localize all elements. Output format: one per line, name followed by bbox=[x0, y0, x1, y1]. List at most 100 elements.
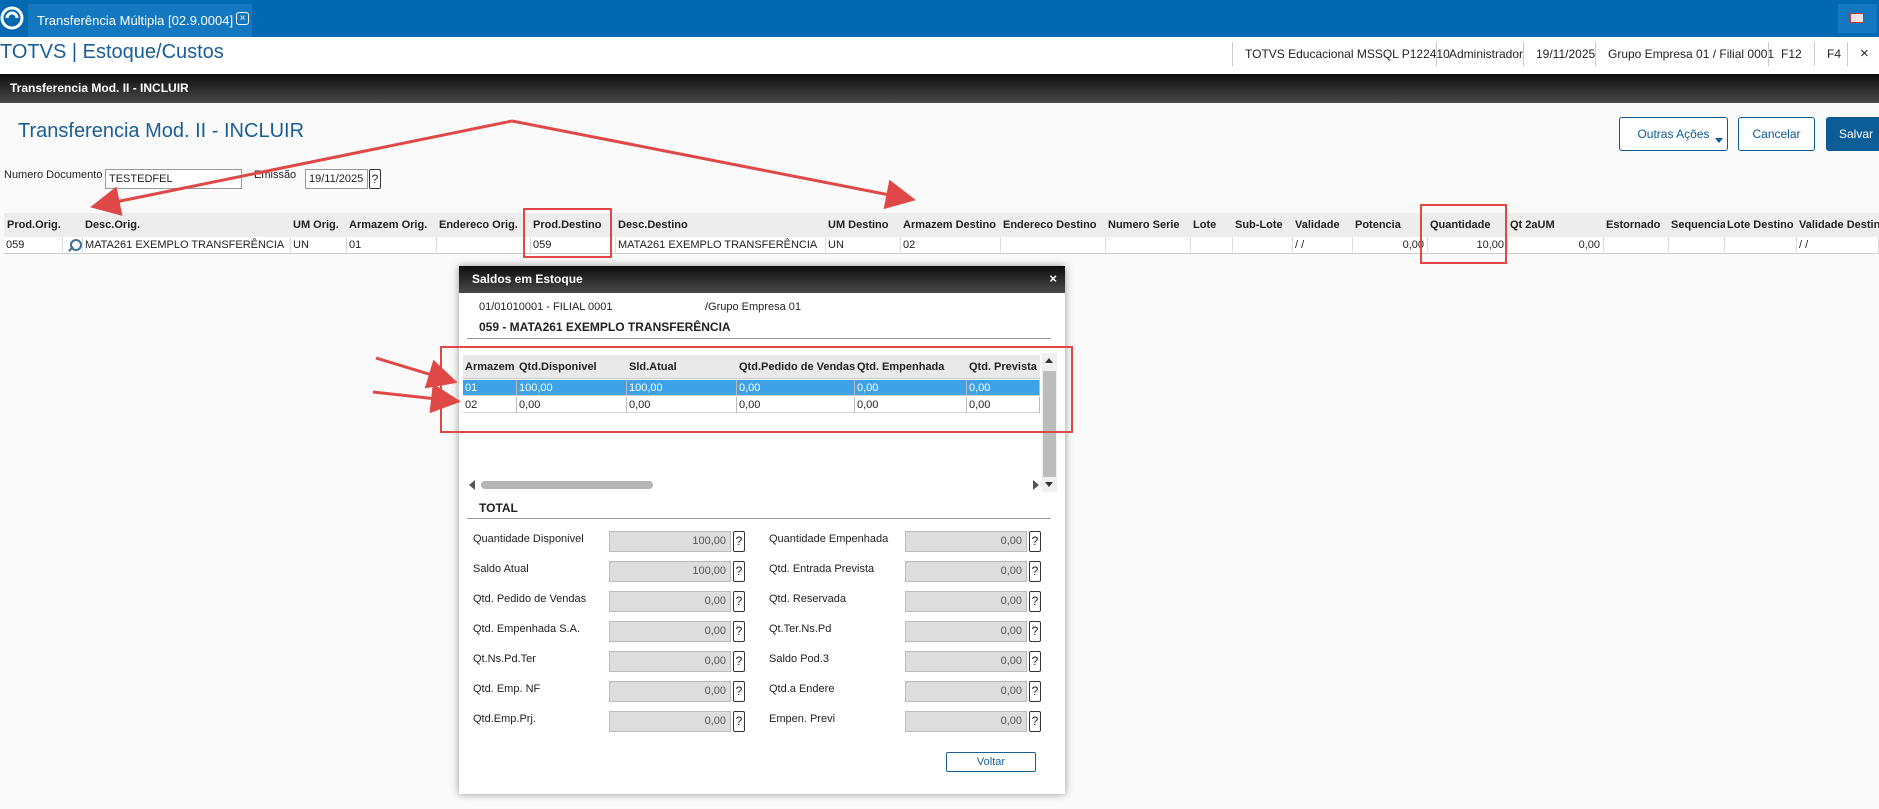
col-header[interactable]: Validade bbox=[1293, 213, 1353, 237]
emissao-date-input[interactable]: 19/11/2025 bbox=[305, 169, 368, 189]
close-icon[interactable]: × bbox=[1847, 42, 1869, 66]
cancel-button[interactable]: Cancelar bbox=[1738, 117, 1815, 151]
total-field: 0,00 bbox=[609, 711, 731, 732]
cell-numero-serie[interactable] bbox=[1106, 237, 1191, 254]
numero-documento-label: Numero Documento bbox=[4, 169, 103, 181]
cell-endereco-orig[interactable] bbox=[437, 237, 531, 254]
produto-text: 059 - MATA261 EXEMPLO TRANSFERÊNCIA bbox=[479, 320, 731, 334]
help-button[interactable]: ? bbox=[1029, 681, 1041, 702]
scroll-left-icon[interactable] bbox=[469, 480, 475, 490]
divider bbox=[467, 518, 1051, 519]
grid-header: Prod.Orig. Desc.Orig. UM Orig. Armazem O… bbox=[4, 213, 1879, 237]
emissao-help-button[interactable]: ? bbox=[369, 169, 381, 189]
scroll-down-icon[interactable] bbox=[1045, 482, 1053, 487]
col-header[interactable]: UM Orig. bbox=[291, 213, 347, 237]
outras-acoes-button[interactable]: Outras Ações bbox=[1619, 117, 1728, 151]
help-button[interactable]: ? bbox=[733, 651, 745, 672]
grid-row[interactable]: 059 MATA261 EXEMPLO TRANSFERÊNCIA UN 01 … bbox=[4, 237, 1879, 254]
cell-armazem-destino[interactable]: 02 bbox=[901, 237, 1001, 254]
cell-estornado[interactable] bbox=[1604, 237, 1669, 254]
total-heading: TOTAL bbox=[479, 501, 518, 515]
user-label[interactable]: Administrador bbox=[1436, 42, 1523, 66]
cell-armazem-orig[interactable]: 01 bbox=[347, 237, 437, 254]
search-icon[interactable] bbox=[63, 237, 83, 254]
col-header[interactable]: Sub-Lote bbox=[1233, 213, 1293, 237]
col-header[interactable]: Potencia bbox=[1353, 213, 1428, 237]
annotation-box bbox=[1420, 204, 1507, 264]
help-button[interactable]: ? bbox=[1029, 531, 1041, 552]
col-header[interactable]: Desc.Destino bbox=[616, 213, 826, 237]
save-button[interactable]: Salvar bbox=[1826, 117, 1879, 151]
f12-button[interactable]: F12 bbox=[1768, 42, 1802, 66]
col-header[interactable]: UM Destino bbox=[826, 213, 901, 237]
cell-desc-orig[interactable]: MATA261 EXEMPLO TRANSFERÊNCIA bbox=[83, 237, 291, 254]
cell-lote[interactable] bbox=[1191, 237, 1233, 254]
cell-sub-lote[interactable] bbox=[1233, 237, 1293, 254]
cell-sequencia[interactable] bbox=[1669, 237, 1725, 254]
col-header[interactable]: Armazem Destino bbox=[901, 213, 1001, 237]
scroll-thumb[interactable] bbox=[481, 481, 653, 489]
help-button[interactable]: ? bbox=[733, 561, 745, 582]
f4-button[interactable]: F4 bbox=[1814, 42, 1841, 66]
help-button[interactable]: ? bbox=[733, 711, 745, 732]
col-header[interactable]: Lote Destino bbox=[1725, 213, 1797, 237]
help-button[interactable]: ? bbox=[733, 591, 745, 612]
total-label: Saldo Pod.3 bbox=[769, 653, 829, 665]
caret-down-icon bbox=[1715, 138, 1723, 143]
scroll-right-icon[interactable] bbox=[1033, 480, 1039, 490]
total-field: 0,00 bbox=[905, 651, 1027, 672]
col-header[interactable]: Sequencia bbox=[1669, 213, 1725, 237]
col-header[interactable]: Prod.Orig. bbox=[5, 213, 81, 237]
cell-lote-destino[interactable] bbox=[1725, 237, 1797, 254]
tab-close-icon[interactable]: × bbox=[236, 12, 249, 25]
cell-desc-destino[interactable]: MATA261 EXEMPLO TRANSFERÊNCIA bbox=[616, 237, 826, 254]
help-button[interactable]: ? bbox=[1029, 711, 1041, 732]
help-button[interactable]: ? bbox=[733, 531, 745, 552]
col-header[interactable]: Validade Destino bbox=[1797, 213, 1879, 237]
total-field: 100,00 bbox=[609, 531, 731, 552]
cell-um-destino[interactable]: UN bbox=[826, 237, 901, 254]
annotation-box bbox=[440, 346, 1073, 433]
col-header[interactable]: Armazem Orig. bbox=[347, 213, 437, 237]
col-header[interactable]: Endereco Orig. bbox=[437, 213, 525, 237]
help-button[interactable]: ? bbox=[1029, 591, 1041, 612]
col-header[interactable]: Estornado bbox=[1604, 213, 1669, 237]
total-label: Qtd. Emp. NF bbox=[473, 683, 541, 695]
help-button[interactable]: ? bbox=[1029, 651, 1041, 672]
close-icon[interactable]: × bbox=[1049, 272, 1057, 286]
cell-prod-orig[interactable]: 059 bbox=[4, 237, 63, 254]
cell-validade[interactable]: / / bbox=[1293, 237, 1353, 254]
mail-icon[interactable] bbox=[1838, 4, 1877, 33]
total-label: Qtd. Empenhada S.A. bbox=[473, 623, 581, 635]
col-header[interactable]: Desc.Orig. bbox=[83, 213, 291, 237]
col-header[interactable]: Numero Serie bbox=[1106, 213, 1191, 237]
horizontal-scrollbar[interactable] bbox=[467, 478, 1042, 491]
total-label: Qtd. Reservada bbox=[769, 593, 847, 605]
total-field: 0,00 bbox=[905, 711, 1027, 732]
help-button[interactable]: ? bbox=[733, 681, 745, 702]
total-field: 0,00 bbox=[905, 531, 1027, 552]
help-button[interactable]: ? bbox=[1029, 621, 1041, 642]
date-label[interactable]: 19/11/2025 bbox=[1523, 42, 1595, 66]
help-button[interactable]: ? bbox=[733, 621, 745, 642]
tab-transferencia-multipla[interactable]: Transferência Múltipla [02.9.0004] bbox=[28, 4, 252, 37]
divider bbox=[467, 338, 1051, 339]
environment-label: TOTVS Educacional MSSQL P122410 bbox=[1232, 42, 1450, 66]
totvs-logo-icon[interactable] bbox=[0, 3, 26, 33]
col-header[interactable]: Qt 2aUM bbox=[1508, 213, 1604, 237]
total-field: 100,00 bbox=[609, 561, 731, 582]
cell-validade-destino[interactable]: / / bbox=[1797, 237, 1879, 254]
help-button[interactable]: ? bbox=[1029, 561, 1041, 582]
voltar-button[interactable]: Voltar bbox=[946, 752, 1036, 772]
col-header[interactable]: Endereco Destino bbox=[1001, 213, 1106, 237]
tab-label: Transferência Múltipla [02.9.0004] bbox=[37, 13, 234, 28]
numero-documento-input[interactable]: TESTEDFEL bbox=[105, 169, 242, 189]
cell-um-orig[interactable]: UN bbox=[291, 237, 347, 254]
cell-endereco-destino[interactable] bbox=[1001, 237, 1106, 254]
app-tab-bar: Transferência Múltipla [02.9.0004] × bbox=[0, 0, 1879, 37]
window-title-bar: Transferencia Mod. II - INCLUIR bbox=[0, 74, 1879, 103]
cell-potencia[interactable]: 0,00 bbox=[1353, 237, 1428, 254]
col-header[interactable]: Lote bbox=[1191, 213, 1233, 237]
branch-label[interactable]: Grupo Empresa 01 / Filial 0001 bbox=[1595, 42, 1774, 66]
cell-qt-2aum[interactable]: 0,00 bbox=[1508, 237, 1604, 254]
